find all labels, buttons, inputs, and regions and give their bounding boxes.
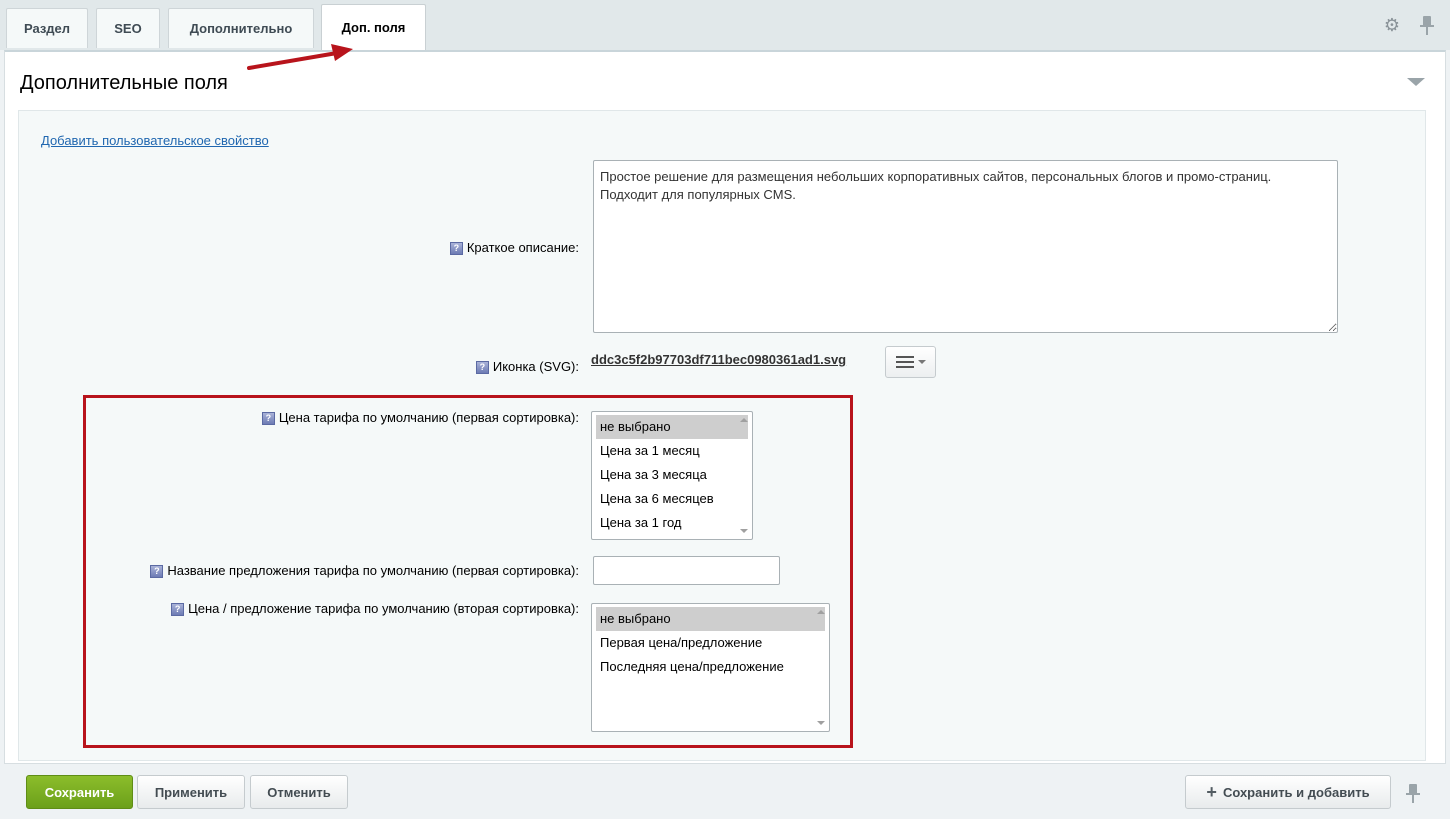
help-icon[interactable]: ? <box>261 412 275 425</box>
default-price-first-select[interactable]: не выбрано Цена за 1 месяц Цена за 3 мес… <box>591 411 753 540</box>
default-price-offer-second-select[interactable]: не выбрано Первая цена/предложение После… <box>591 603 830 732</box>
tab-seo[interactable]: SEO <box>96 8 160 48</box>
select-option[interactable]: Цена за 6 месяцев <box>596 487 748 511</box>
label-text: Цена / предложение тарифа по умолчанию (… <box>188 601 579 616</box>
help-icon[interactable]: ? <box>449 242 463 255</box>
label-text: Цена тарифа по умолчанию (первая сортиро… <box>278 410 579 425</box>
scrollbar[interactable] <box>736 412 752 539</box>
short-description-textarea[interactable]: Простое решение для размещения небольших… <box>593 160 1338 333</box>
help-icon[interactable]: ? <box>475 361 489 374</box>
tab-label: SEO <box>114 21 142 36</box>
add-property-link[interactable]: Добавить пользовательское свойство <box>41 133 269 148</box>
cancel-button[interactable]: Отменить <box>250 775 348 809</box>
apply-button[interactable]: Применить <box>137 775 245 809</box>
file-menu-button[interactable] <box>885 346 936 378</box>
select-option[interactable]: Цена за 3 месяца <box>596 463 748 487</box>
label-text: Краткое описание: <box>466 240 579 255</box>
tab-additional[interactable]: Дополнительно <box>168 8 314 48</box>
default-offer-name-input[interactable] <box>593 556 780 585</box>
save-and-add-label: Сохранить и добавить <box>1222 784 1370 800</box>
tab-label: Дополнительно <box>189 21 293 36</box>
label-text: Иконка (SVG): <box>492 359 579 374</box>
gear-icon[interactable]: ⚙ <box>1381 14 1403 36</box>
select-option[interactable]: не выбрано <box>596 415 748 439</box>
plus-icon: + <box>1206 781 1217 802</box>
chevron-down-icon[interactable] <box>1407 78 1425 86</box>
caret-down-icon <box>917 360 926 364</box>
select-option[interactable]: Последняя цена/предложение <box>596 655 825 679</box>
tab-label: Раздел <box>23 21 71 36</box>
tabs-bar: Раздел SEO Дополнительно Доп. поля ⚙ <box>0 0 1450 50</box>
help-icon[interactable]: ? <box>150 565 164 578</box>
help-icon[interactable]: ? <box>171 603 185 616</box>
pin-icon[interactable] <box>1406 784 1420 804</box>
label-text: Название предложения тарифа по умолчанию… <box>167 563 579 578</box>
default-price-first-label: ? Цена тарифа по умолчанию (первая сортир… <box>261 410 579 425</box>
default-offer-name-label: ? Название предложения тарифа по умолчани… <box>150 563 579 578</box>
scrollbar[interactable] <box>813 604 829 731</box>
save-and-add-button[interactable]: + Сохранить и добавить <box>1185 775 1391 809</box>
select-option[interactable]: Цена за 1 месяц <box>596 439 748 463</box>
extra-fields-panel: Дополнительные поля Добавить пользовател… <box>4 50 1446 764</box>
icon-file-link[interactable]: ddc3c5f2b97703df711bec0980361ad1.svg <box>591 352 846 367</box>
fields-form: Добавить пользовательское свойство ? Крат… <box>18 110 1426 761</box>
default-price-offer-second-label: ? Цена / предложение тарифа по умолчанию … <box>171 601 579 616</box>
tab-section[interactable]: Раздел <box>6 8 88 48</box>
select-option[interactable]: Цена за 1 год <box>596 511 748 535</box>
save-button[interactable]: Сохранить <box>26 775 133 809</box>
panel-title: Дополнительные поля <box>20 72 228 94</box>
hamburger-menu-icon <box>895 356 914 368</box>
select-option[interactable]: Первая цена/предложение <box>596 631 825 655</box>
select-option[interactable]: не выбрано <box>596 607 825 631</box>
short-description-label: ? Краткое описание: <box>449 240 579 255</box>
pin-icon[interactable] <box>1420 16 1434 36</box>
icon-svg-label: ? Иконка (SVG): <box>475 359 579 374</box>
tab-extra-fields[interactable]: Доп. поля <box>321 4 426 50</box>
tab-label: Доп. поля <box>341 20 406 35</box>
